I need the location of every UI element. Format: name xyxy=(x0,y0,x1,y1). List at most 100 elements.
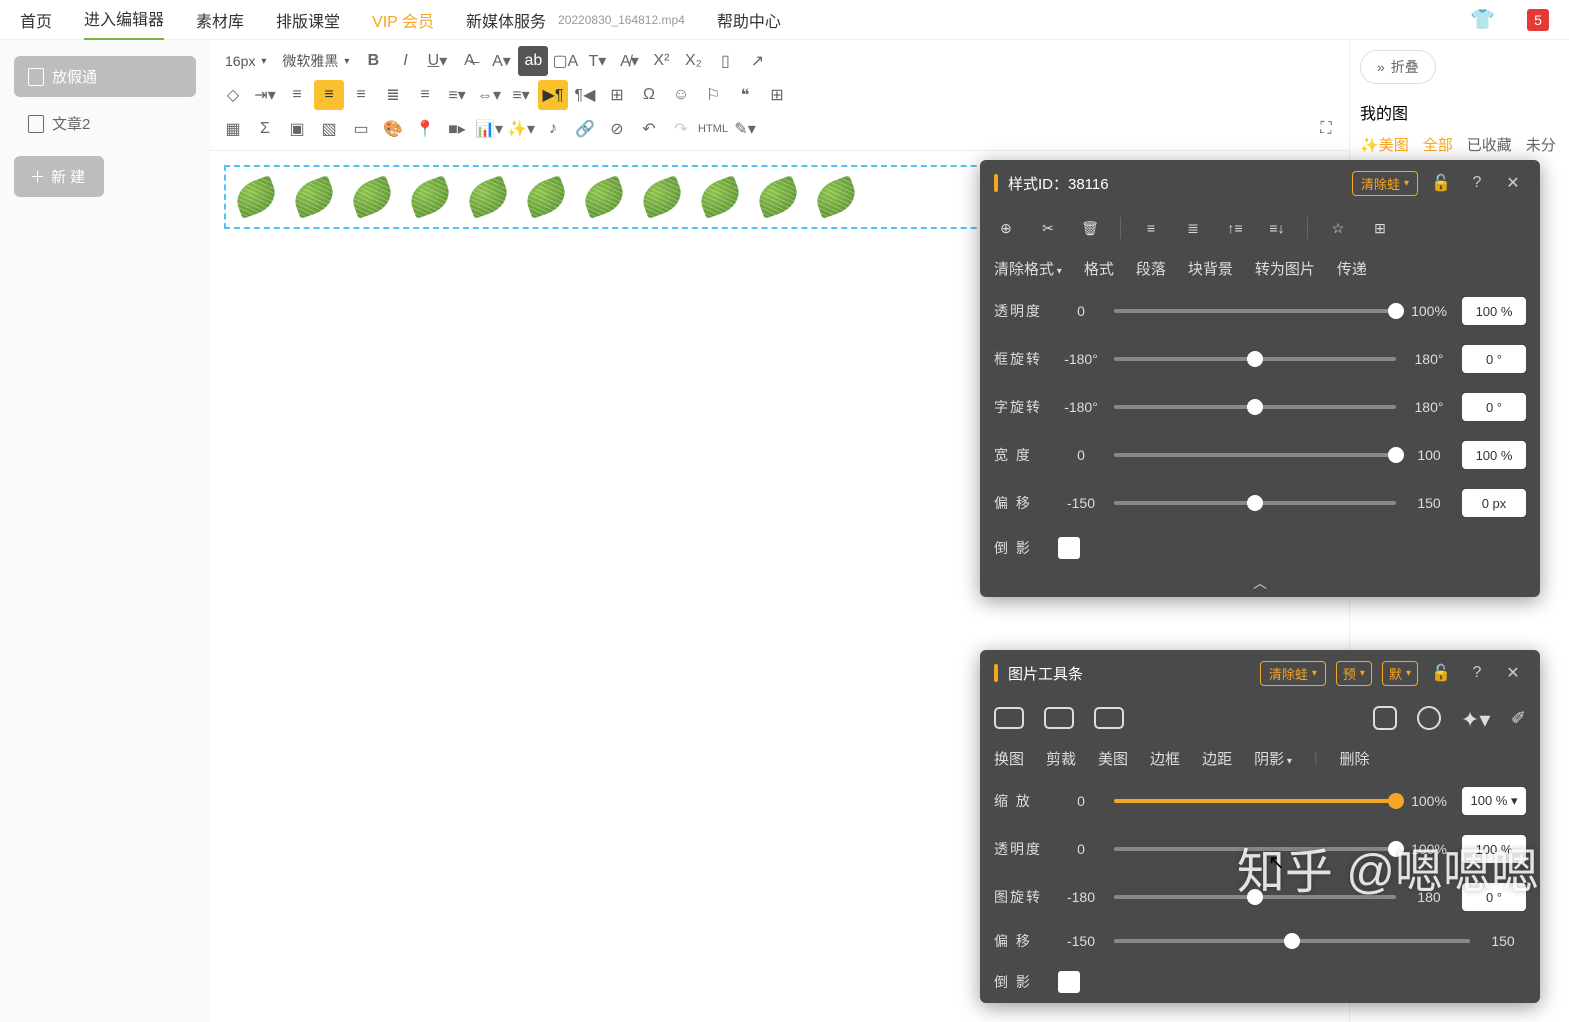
video-button[interactable]: ■▸ xyxy=(442,114,472,144)
emoji-button[interactable]: ☺ xyxy=(666,80,696,110)
image-button[interactable]: ▣ xyxy=(282,114,312,144)
tab-toimage[interactable]: 转为图片 xyxy=(1255,258,1315,279)
insert-button[interactable]: ⊞ xyxy=(602,80,632,110)
undo-button[interactable]: ↶ xyxy=(634,114,664,144)
spacing-button[interactable]: ⇔▾ xyxy=(474,80,504,110)
delete-icon[interactable]: 🗑 xyxy=(1078,216,1102,240)
nav-layout[interactable]: 排版课堂 xyxy=(276,0,340,40)
ltr-button[interactable]: ▶¶ xyxy=(538,80,568,110)
doc-item-2[interactable]: 文章2 xyxy=(14,103,196,144)
bold-button[interactable]: B xyxy=(358,46,388,76)
preview-button[interactable]: 预 xyxy=(1336,661,1372,686)
tab-crop[interactable]: 剪裁 xyxy=(1046,748,1076,769)
style-slider-0[interactable] xyxy=(1114,309,1396,313)
fontcolor-button[interactable]: A▾ xyxy=(486,46,516,76)
tab-format[interactable]: 格式 xyxy=(1084,258,1114,279)
tab-beautify[interactable]: 美图 xyxy=(1098,748,1128,769)
italic-button[interactable]: I xyxy=(390,46,420,76)
align-justify-button[interactable]: ≣ xyxy=(378,80,408,110)
nav-home[interactable]: 首页 xyxy=(20,0,52,40)
fav-tab[interactable]: 已收藏 xyxy=(1467,134,1512,155)
moveup-icon[interactable]: ↑≡ xyxy=(1223,216,1247,240)
shape-button[interactable]: ▭ xyxy=(346,114,376,144)
star-shape-button[interactable]: ✦▾ xyxy=(1461,707,1491,729)
nav-library[interactable]: 素材库 xyxy=(196,0,244,40)
audio-button[interactable]: ♪ xyxy=(538,114,568,144)
formula-button[interactable]: Σ xyxy=(250,114,280,144)
style-value-4[interactable]: 0 px xyxy=(1462,489,1526,517)
image-slider-3[interactable] xyxy=(1114,939,1470,943)
template-button[interactable]: ▦ xyxy=(218,114,248,144)
export-button[interactable]: ↗ xyxy=(742,46,772,76)
tab-paragraph[interactable]: 段落 xyxy=(1136,258,1166,279)
style-value-1[interactable]: 0 ° xyxy=(1462,345,1526,373)
page-button[interactable]: ▯ xyxy=(710,46,740,76)
add-icon[interactable]: ⊕ xyxy=(994,216,1018,240)
chart-button[interactable]: 📊▾ xyxy=(474,114,504,144)
all-tab[interactable]: 全部 xyxy=(1423,134,1453,155)
gallery-button[interactable]: ▧ xyxy=(314,114,344,144)
style-slider-1[interactable] xyxy=(1114,357,1396,361)
shirt-icon[interactable]: 👕 xyxy=(1470,7,1495,32)
tab-delete[interactable]: 删除 xyxy=(1340,748,1370,769)
nav-vip[interactable]: VIP 会员 xyxy=(372,0,434,40)
star-icon[interactable]: ☆ xyxy=(1326,216,1350,240)
superscript-button[interactable]: X² xyxy=(646,46,676,76)
movedown-icon[interactable]: ≡↓ xyxy=(1265,216,1289,240)
tab-border[interactable]: 边框 xyxy=(1150,748,1180,769)
magic-tab[interactable]: ✨美图 xyxy=(1360,134,1409,155)
circle-shape-button[interactable] xyxy=(1417,706,1441,730)
anchor-button[interactable]: ⚐ xyxy=(698,80,728,110)
collapse-button[interactable]: » 折叠 xyxy=(1360,50,1436,84)
tab-shadow[interactable]: 阴影 xyxy=(1254,748,1292,769)
style-value-0[interactable]: 100 % xyxy=(1462,297,1526,325)
nav-media[interactable]: 新媒体服务 xyxy=(466,0,546,40)
html-button[interactable]: HTML xyxy=(698,114,728,144)
table-button[interactable]: ⊞ xyxy=(762,80,792,110)
eraser-button[interactable]: ◇ xyxy=(218,80,248,110)
bgcolor-button[interactable]: ab xyxy=(518,46,548,76)
style-value-2[interactable]: 0 ° xyxy=(1462,393,1526,421)
image-slider-2[interactable] xyxy=(1114,895,1396,899)
align-center-button[interactable]: ≡ xyxy=(314,80,344,110)
indent-button[interactable]: ⇥▾ xyxy=(250,80,280,110)
ratio-3-button[interactable] xyxy=(1094,707,1124,729)
tab-blockbg[interactable]: 块背景 xyxy=(1188,258,1233,279)
justify-icon[interactable]: ≣ xyxy=(1181,216,1205,240)
strikethrough-button[interactable]: A̶ xyxy=(454,46,484,76)
redo-button[interactable]: ↷ xyxy=(666,114,696,144)
eyedropper-icon[interactable]: ✐ xyxy=(1511,708,1526,729)
tab-transfer[interactable]: 传递 xyxy=(1337,258,1367,279)
close-icon[interactable]: ✕ xyxy=(1500,170,1526,196)
fontfamily-select[interactable]: 微软雅黑 xyxy=(275,47,356,75)
subscript-button[interactable]: X₂ xyxy=(678,46,708,76)
help-icon[interactable]: ? xyxy=(1464,170,1490,196)
cut-icon[interactable]: ✂ xyxy=(1036,216,1060,240)
align-icon[interactable]: ≡ xyxy=(1139,216,1163,240)
clear-frog-button[interactable]: 清除蛙 xyxy=(1352,171,1418,196)
nav-editor[interactable]: 进入编辑器 xyxy=(84,0,164,41)
style-value-3[interactable]: 100 % xyxy=(1462,441,1526,469)
ratio-2-button[interactable] xyxy=(1044,707,1074,729)
textbox-button[interactable]: ▢A xyxy=(550,46,580,76)
lineheight-button[interactable]: ≡▾ xyxy=(442,80,472,110)
location-button[interactable]: 📍 xyxy=(410,114,440,144)
style-slider-3[interactable] xyxy=(1114,453,1396,457)
panel-collapse-icon[interactable]: ︿ xyxy=(980,569,1540,597)
nav-help[interactable]: 帮助中心 xyxy=(717,0,781,40)
notification-badge[interactable]: 5 xyxy=(1527,9,1549,31)
lock-icon[interactable]: 🔓 xyxy=(1428,170,1454,196)
fontsize-select[interactable]: 16px xyxy=(218,47,273,75)
image-slider-0[interactable] xyxy=(1114,799,1396,803)
clear-frog-button[interactable]: 清除蛙 xyxy=(1260,661,1326,686)
close-icon[interactable]: ✕ xyxy=(1500,660,1526,686)
default-button[interactable]: 默 xyxy=(1382,661,1418,686)
tab-margin[interactable]: 边距 xyxy=(1202,748,1232,769)
palette-button[interactable]: 🎨 xyxy=(378,114,408,144)
fullscreen-button[interactable]: ⛶ xyxy=(1311,114,1341,144)
style-slider-2[interactable] xyxy=(1114,405,1396,409)
help-icon[interactable]: ? xyxy=(1464,660,1490,686)
align-right-button[interactable]: ≡ xyxy=(346,80,376,110)
image-value-1[interactable]: 100 % xyxy=(1462,835,1526,863)
edit-button[interactable]: ✎▾ xyxy=(730,114,760,144)
